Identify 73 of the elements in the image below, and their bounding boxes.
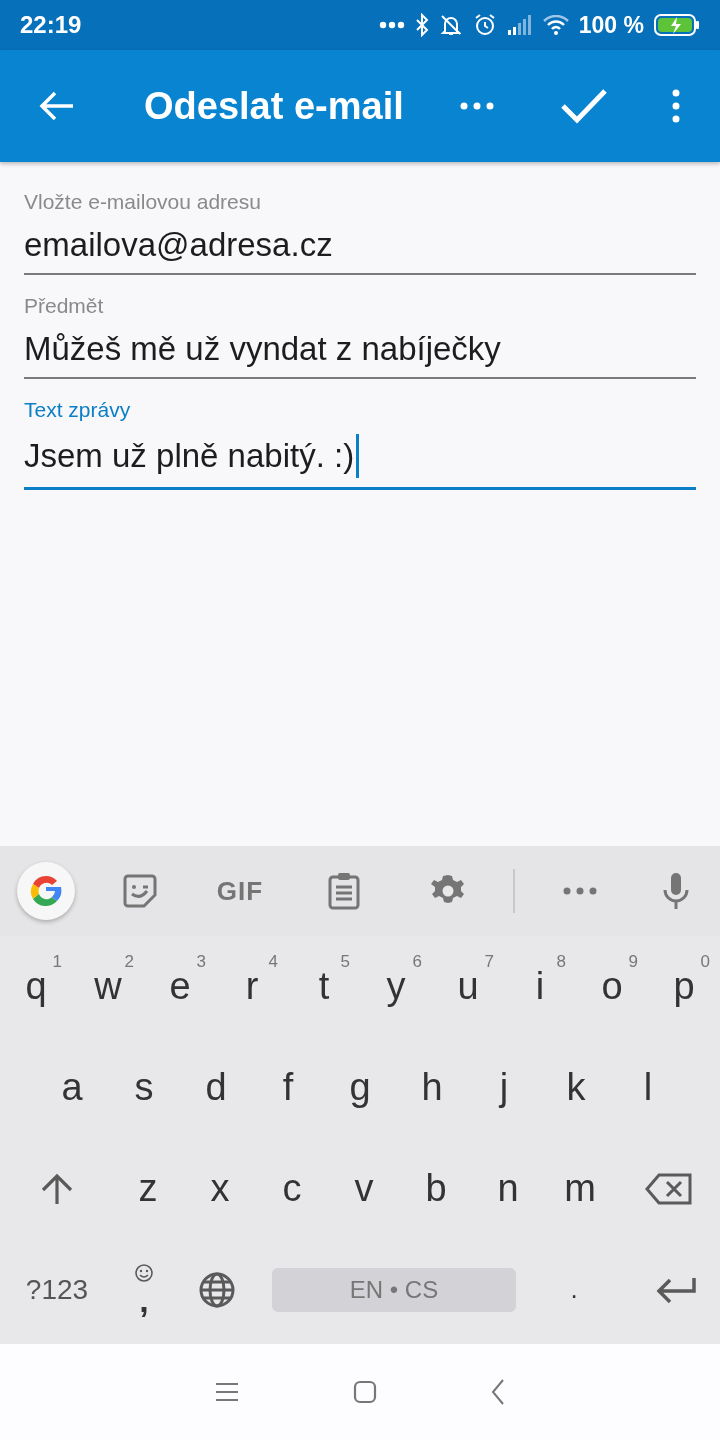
smiley-icon [134,1262,154,1283]
key[interactable]: u 7 [432,941,504,1032]
key[interactable]: l [612,1042,684,1133]
input-field[interactable]: Můžeš mě už vyndat z nabíječky [24,330,696,379]
key[interactable]: f [252,1042,324,1133]
globe-icon[interactable] [198,1270,236,1309]
key[interactable]: w 2 [72,941,144,1032]
comma-key[interactable]: , [114,1244,174,1335]
key[interactable]: d [180,1042,252,1133]
key-hint: 0 [700,951,710,972]
key[interactable]: c [256,1143,328,1234]
key[interactable]: . [516,1244,632,1335]
key[interactable]: o 9 [576,941,648,1032]
key-hint: 1 [52,951,62,972]
more-options-icon[interactable] [460,102,494,110]
menu-icon[interactable] [215,1382,239,1402]
checkmark-icon[interactable] [560,87,608,125]
screen-title: Odeslat e-mail [144,84,405,128]
key[interactable]: a [36,1042,108,1133]
more-icon [378,21,405,29]
back-icon[interactable] [491,1379,505,1405]
sticker-icon[interactable] [122,873,158,909]
input-field[interactable]: Jsem už plně nabitý. :) [24,434,696,490]
clipboard-icon[interactable] [328,872,360,910]
more-icon[interactable] [563,887,597,895]
key[interactable]: g [324,1042,396,1133]
key[interactable]: ?123 [0,1244,114,1335]
battery-percent: 100 % [578,11,644,39]
status-time: 22:19 [20,11,82,39]
key[interactable]: k [540,1042,612,1133]
key-label: , [139,1282,149,1317]
key-hint: 8 [556,951,566,972]
enter-icon[interactable] [656,1275,696,1304]
shift-icon[interactable] [39,1171,75,1206]
back-arrow-icon[interactable] [39,91,75,121]
input-field[interactable]: emailova@adresa.cz [24,226,696,275]
key[interactable]: h [396,1042,468,1133]
gif-button[interactable]: GIF [216,875,264,907]
microphone-icon[interactable] [663,872,689,910]
key[interactable]: q 1 [0,941,72,1032]
overflow-menu-icon[interactable] [672,89,680,123]
key-hint: 6 [412,951,422,972]
key[interactable]: j [468,1042,540,1133]
key-hint: 9 [628,951,638,972]
google-button[interactable] [17,862,75,920]
backspace-icon[interactable] [645,1172,693,1205]
field-label: Vložte e-mailovou adresu [24,190,262,214]
key[interactable]: s [108,1042,180,1133]
key[interactable]: t 5 [288,941,360,1032]
home-icon[interactable] [353,1380,377,1404]
key[interactable]: p 0 [648,941,720,1032]
field-label: Text zprávy [24,398,132,422]
key[interactable]: x [184,1143,256,1234]
key[interactable]: m [544,1143,616,1234]
key[interactable]: y 6 [360,941,432,1032]
key[interactable]: b [400,1143,472,1234]
muted-bell-icon [438,13,463,37]
key-hint: 5 [340,951,350,972]
battery-charging-icon [654,14,700,36]
signal-icon [506,15,533,35]
key-hint: 3 [196,951,206,972]
key-hint: 2 [124,951,134,972]
field-label: Předmět [24,294,105,318]
key[interactable]: i 8 [504,941,576,1032]
key[interactable]: v [328,1143,400,1234]
key-hint: 7 [484,951,494,972]
bluetooth-icon [414,13,429,37]
key[interactable]: e 3 [144,941,216,1032]
key-hint: 4 [268,951,278,972]
key[interactable]: r 4 [216,941,288,1032]
wifi-icon [542,15,569,35]
key[interactable]: z [112,1143,184,1234]
key[interactable]: n [472,1143,544,1234]
